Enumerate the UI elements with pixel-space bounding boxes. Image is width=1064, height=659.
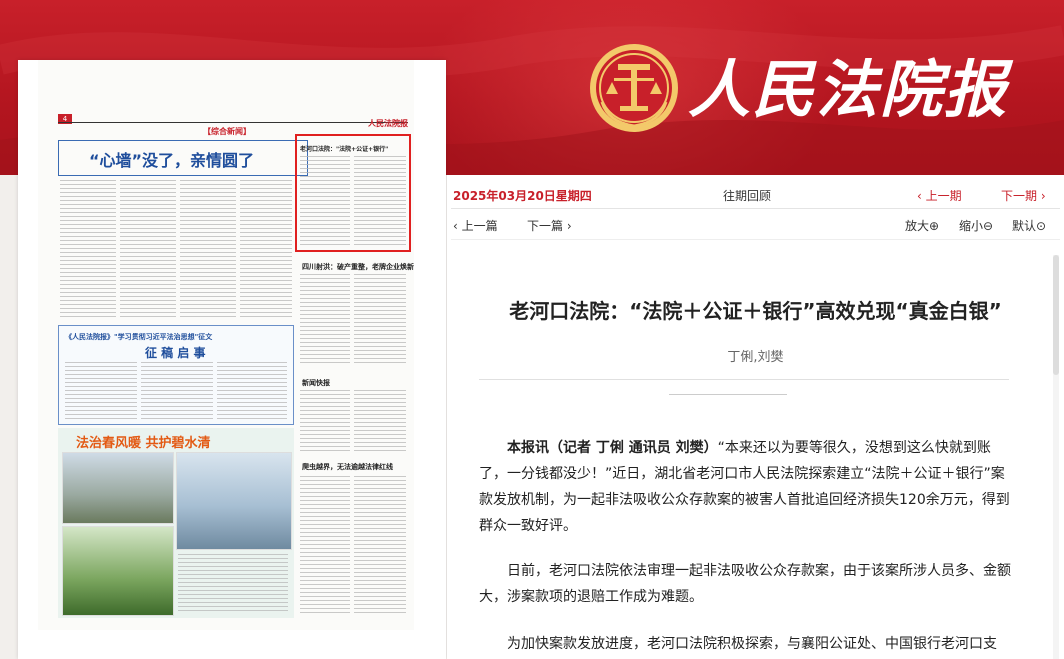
article-paragraph: 日前，老河口法院依法审理一起非法吸收公众存款案，由于该案所涉人员多、金额大，涉案… xyxy=(479,563,1011,605)
text-column xyxy=(180,180,236,320)
main-headline: “心墙”没了，亲情圆了 xyxy=(89,151,255,170)
text-column xyxy=(60,180,116,320)
highlighted-article-title: 老河口法院："法院+公证+银行" xyxy=(300,146,389,153)
section-label: 【综合新闻】 xyxy=(203,127,251,136)
text-column xyxy=(217,362,287,420)
article-subhead: 新闻快报 xyxy=(302,379,330,387)
reset-zoom-button[interactable]: 默认⊙ xyxy=(1012,217,1046,234)
text-column xyxy=(300,476,350,616)
article-title: 老河口法院：“法院＋公证＋银行”高效兑现“真金白银” xyxy=(509,299,1002,323)
newspaper-page[interactable]: 4 【综合新闻】 人民法院报 “心墙”没了，亲情圆了 老河口法院："法院+公证+… xyxy=(38,60,414,630)
toolbar-divider xyxy=(451,208,1060,209)
page-top-rule xyxy=(58,122,408,123)
zoom-in-button[interactable]: 放大⊕ xyxy=(905,217,939,234)
issue-date: 2025年03月20日星期四 xyxy=(453,189,592,203)
text-column xyxy=(300,390,350,454)
notice-title: 征 稿 启 事 xyxy=(145,346,206,360)
text-column xyxy=(300,274,350,364)
archive-link[interactable]: 往期回顾 xyxy=(723,187,771,204)
article-paragraph: 为加快案款发放进度，老河口法院积极探索，与襄阳公证处、中国银行老河口支 xyxy=(507,636,997,652)
text-column xyxy=(354,274,406,364)
masthead-title: 人民法院报 xyxy=(688,53,1009,126)
zoom-out-button[interactable]: 缩小⊖ xyxy=(959,217,993,234)
article-lead: 本报讯（记者 丁俐 通讯员 刘樊） xyxy=(507,440,718,456)
text-column xyxy=(354,156,406,248)
mini-masthead: 人民法院报 xyxy=(368,118,408,128)
photo-feature[interactable]: 法治春风暖 共护碧水清 xyxy=(58,428,294,618)
news-photo xyxy=(62,526,174,616)
text-column xyxy=(178,554,288,612)
news-photo xyxy=(176,452,292,550)
prev-article-link[interactable]: ‹ 上一篇 xyxy=(453,217,498,234)
next-issue-link[interactable]: 下一期 › xyxy=(1001,187,1046,204)
text-column xyxy=(354,476,406,616)
text-column xyxy=(141,362,213,420)
article-subhead: 爬虫越界，无法逾越法律红线 xyxy=(302,463,393,471)
text-column xyxy=(120,180,176,320)
court-emblem-icon xyxy=(590,44,678,132)
photo-feature-title: 法治春风暖 共护碧水清 xyxy=(76,436,211,451)
notice-box[interactable]: 《人民法院报》"学习贯彻习近平法治思想"征文 征 稿 启 事 xyxy=(58,325,294,425)
text-column xyxy=(65,362,137,420)
notice-title-line: 《人民法院报》"学习贯彻习近平法治思想"征文 xyxy=(65,333,213,341)
next-article-link[interactable]: 下一篇 › xyxy=(527,217,572,234)
text-column xyxy=(354,390,406,454)
scrollbar-thumb[interactable] xyxy=(1053,255,1059,375)
article-author: 丁俐,刘樊 xyxy=(727,350,784,365)
main-headline-box[interactable]: “心墙”没了，亲情圆了 xyxy=(58,140,308,176)
article-paragraph: 本报讯（记者 丁俐 通讯员 刘樊）“本来还以为要等很久，没想到这么快就到账了，一… xyxy=(479,435,1011,539)
toolbar-divider xyxy=(451,239,1060,240)
article-subhead: 四川射洪：破产重整，老牌企业焕新生 xyxy=(302,263,414,271)
news-photo xyxy=(62,452,174,524)
article-panel: 2025年03月20日星期四 往期回顾 ‹ 上一期 下一期 › ‹ 上一篇 下一… xyxy=(447,175,1064,659)
text-column xyxy=(240,180,292,320)
text-column xyxy=(300,156,350,248)
scrollbar[interactable] xyxy=(1053,255,1059,659)
title-rule xyxy=(479,379,1009,380)
prev-issue-link[interactable]: ‹ 上一期 xyxy=(917,187,962,204)
title-rule-accent xyxy=(669,394,787,395)
